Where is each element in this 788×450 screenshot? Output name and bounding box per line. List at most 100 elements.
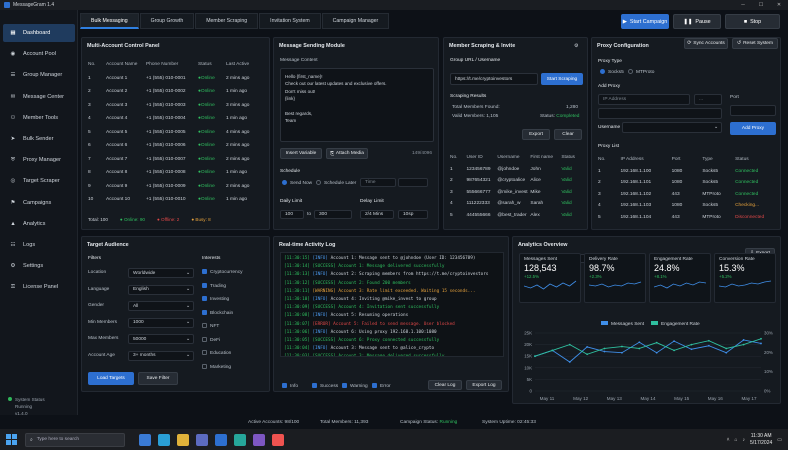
maximize-icon[interactable]: ☐	[752, 2, 770, 8]
load-targets-button[interactable]: Load Targets	[88, 372, 134, 385]
close-icon[interactable]: ✕	[770, 2, 788, 8]
stop-button[interactable]: ■ Stop	[725, 14, 780, 29]
table-row[interactable]: 5 Account 5 +1 (555) 010-0005 ●Online 4 mins…	[88, 126, 266, 140]
tab-bulk-messaging[interactable]: Bulk Messaging	[80, 13, 139, 29]
settings-icon[interactable]: ⚙	[574, 43, 578, 49]
edge-browser-icon[interactable]	[158, 433, 170, 446]
filter-location-select[interactable]: Worldwide ⌄	[128, 268, 194, 278]
log-filter-success-checkbox[interactable]: Success	[312, 383, 338, 389]
proxy-username-input[interactable]: ⌄	[622, 122, 722, 133]
volume-icon[interactable]: ♪	[743, 437, 746, 443]
proxy-port-input[interactable]: ...	[694, 94, 722, 105]
chevron-up-icon[interactable]: ˄	[727, 437, 730, 443]
table-row[interactable]: 5 192.168.1.104 443 MTProto Disconnected	[598, 212, 776, 224]
table-row[interactable]: 10 Account 10 +1 (555) 010-0010 ●Online 1 mi…	[88, 193, 266, 207]
interest-trading-checkbox[interactable]: Trading	[202, 282, 226, 288]
table-row[interactable]: 4 Account 4 +1 (555) 010-0004 ●Online 1 min …	[88, 112, 266, 126]
mtproto-radio[interactable]: MTProto	[628, 69, 654, 75]
sidebar-item-logs[interactable]: ☷ Logs	[3, 236, 75, 254]
interest-marketing-checkbox[interactable]: Marketing	[202, 363, 231, 369]
export-members-button[interactable]: Export	[522, 129, 550, 140]
add-proxy-button[interactable]: Add Proxy	[730, 122, 776, 135]
table-row[interactable]: 2 987654321 @cryptoalice Alice Valid	[450, 175, 584, 187]
table-row[interactable]: 3 192.168.1.102 443 MTProto Connected	[598, 189, 776, 201]
insert-variable-button[interactable]: Insert Variable	[280, 148, 322, 159]
filter-gender-select[interactable]: All ⌄	[128, 301, 194, 311]
interest-blockchain-checkbox[interactable]: Blockchain	[202, 309, 233, 315]
send-now-radio[interactable]: Send Now	[282, 180, 312, 186]
sidebar-item-analytics[interactable]: ▲ Analytics	[3, 215, 75, 233]
mail-icon[interactable]	[215, 433, 227, 446]
messagegram-app-icon[interactable]	[234, 433, 246, 446]
table-row[interactable]: 4 192.168.1.103 1080 Socks5 Checking...	[598, 200, 776, 212]
schedule-unit-input[interactable]	[398, 178, 428, 187]
start-scraping-button[interactable]: Start Scraping	[541, 73, 583, 85]
reset-system-button[interactable]: ↺ Reset System	[732, 38, 778, 49]
tab-invitation-system[interactable]: Invitation System	[259, 13, 321, 29]
sidebar-item-account-pool[interactable]: ◉ Account Pool	[3, 45, 75, 63]
sidebar-item-settings[interactable]: ⚙ Settings	[3, 257, 75, 275]
save-filter-button[interactable]: Save Filter	[138, 372, 178, 385]
interest-nft-checkbox[interactable]: NFT	[202, 323, 219, 329]
table-row[interactable]: 7 Account 7 +1 (555) 010-0007 ●Online 2 mins…	[88, 153, 266, 167]
sidebar-item-member-tools[interactable]: ⚇ Member Tools	[3, 109, 75, 127]
delay-value-input[interactable]: 2/4 Mins	[360, 210, 394, 219]
table-row[interactable]: 8 Account 8 +1 (555) 010-0008 ●Online 1 min …	[88, 166, 266, 180]
proxy-ip-input[interactable]: IP Address	[598, 94, 690, 105]
pause-button[interactable]: ❚❚ Pause	[673, 14, 721, 29]
taskbar-search-input[interactable]: ⌕ Type here to search	[25, 432, 125, 447]
table-row[interactable]: 2 192.168.1.101 1080 Socks5 Connected	[598, 177, 776, 189]
sidebar-item-target-scraper[interactable]: ◎ Target Scraper	[3, 172, 75, 190]
sidebar-item-bulk-sender[interactable]: ➤ Bulk Sender	[3, 130, 75, 148]
clear-log-button[interactable]: Clear Log	[428, 380, 462, 390]
log-filter-info-checkbox[interactable]: Info	[282, 383, 298, 389]
log-filter-error-checkbox[interactable]: Error	[372, 383, 391, 389]
sidebar-item-dashboard[interactable]: ▦ Dashboard	[3, 24, 75, 42]
tab-member-scraping[interactable]: Member Scraping	[195, 13, 259, 29]
delay-unit-input[interactable]: 10sp	[398, 210, 428, 219]
sidebar-item-license-panel[interactable]: ⚿ License Panel	[3, 278, 75, 296]
app-icon-2[interactable]	[253, 433, 265, 446]
clear-members-button[interactable]: Clear	[554, 129, 582, 140]
windows-start-icon[interactable]	[6, 434, 17, 445]
table-row[interactable]: 3 555666777 @mike_invest Mike Valid	[450, 187, 584, 199]
table-row[interactable]: 3 Account 3 +1 (555) 010-0003 ●Online 3 mins…	[88, 99, 266, 113]
message-content-textarea[interactable]: Hello {first_name}! Check out our latest …	[280, 68, 434, 142]
tab-campaign-manager[interactable]: Campaign Manager	[321, 13, 390, 29]
log-filter-warning-checkbox[interactable]: Warning	[342, 383, 368, 389]
table-row[interactable]: 4 111222333 @sarah_w Sarah Valid	[450, 198, 584, 210]
schedule-time-input[interactable]: Time	[360, 178, 396, 187]
minimize-icon[interactable]: ─	[734, 2, 752, 8]
interest-defi-checkbox[interactable]: DeFi	[202, 336, 220, 342]
table-row[interactable]: 9 Account 9 +1 (555) 010-0009 ●Online 2 mins…	[88, 180, 266, 194]
notification-icon[interactable]: ▭	[777, 437, 782, 443]
export-log-button[interactable]: Export Log	[466, 380, 502, 390]
proxy-password-input[interactable]	[598, 108, 722, 119]
table-row[interactable]: 1 Account 1 +1 (555) 010-0001 ●Online 2 mins…	[88, 72, 266, 86]
filter-min-members-select[interactable]: 1000 ⌄	[128, 317, 194, 328]
tab-group-growth[interactable]: Group Growth	[139, 13, 195, 29]
table-row[interactable]: 1 123456789 @johndoe John Valid	[450, 164, 584, 176]
filter-max-members-select[interactable]: 50000 ⌄	[128, 334, 194, 344]
network-icon[interactable]: ⌂	[734, 437, 737, 443]
app-icon-3[interactable]	[272, 433, 284, 446]
table-row[interactable]: 1 192.168.1.100 1080 Socks5 Connected	[598, 166, 776, 178]
store-icon[interactable]	[196, 433, 208, 446]
filter-account-age-select[interactable]: 3+ months ⌄	[128, 350, 194, 361]
proxy-port-field[interactable]	[730, 105, 776, 116]
group-url-input[interactable]: https://t.me/cryptoinvestors	[450, 73, 538, 85]
schedule-later-radio[interactable]: Schedule Later	[316, 180, 356, 186]
sidebar-item-group-manager[interactable]: ☰ Group Manager	[3, 66, 75, 84]
attach-media-button[interactable]: ⎘ Attach Media	[326, 148, 368, 159]
start-campaign-button[interactable]: ▶ Start Campaign	[621, 14, 669, 29]
table-row[interactable]: 6 Account 6 +1 (555) 010-0006 ●Online 2 mins…	[88, 139, 266, 153]
daily-limit-max-input[interactable]: 300	[314, 210, 352, 219]
socks5-radio[interactable]: Socks5	[600, 69, 624, 75]
interest-investing-checkbox[interactable]: Investing	[202, 296, 229, 302]
interest-cryptocurrency-checkbox[interactable]: Cryptocurrency	[202, 269, 243, 275]
interest-education-checkbox[interactable]: Education	[202, 350, 231, 356]
sidebar-item-message-center[interactable]: ✉ Message Center	[3, 88, 75, 106]
filter-language-select[interactable]: English ⌄	[128, 284, 194, 295]
file-explorer-icon[interactable]	[177, 433, 189, 446]
table-row[interactable]: 5 444555666 @best_trader Alex Valid	[450, 210, 584, 222]
